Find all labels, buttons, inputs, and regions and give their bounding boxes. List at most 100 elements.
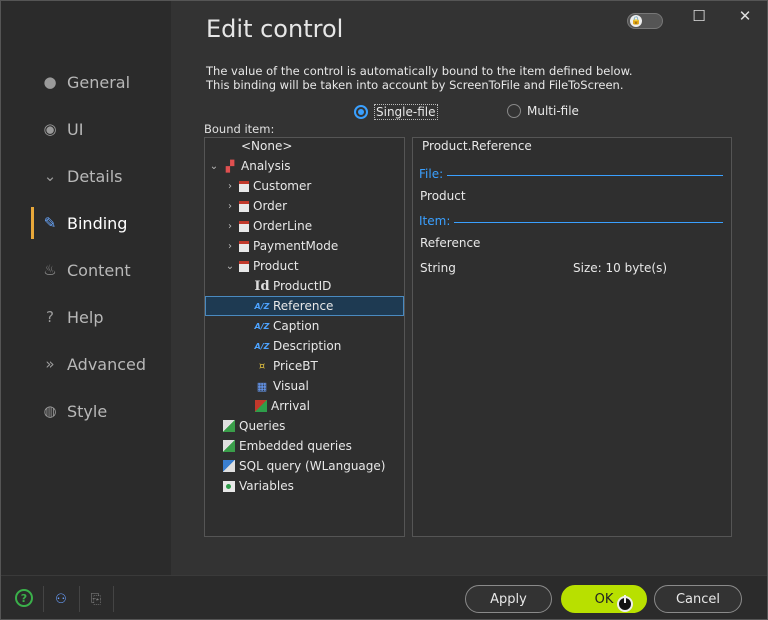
item-section-header: Item: <box>419 214 723 228</box>
bound-item-tree[interactable]: <None> ⌄ ▞ Analysis › Customer › Order ›… <box>204 137 405 537</box>
id-key-icon: Id <box>254 278 270 294</box>
tree-node-variables[interactable]: Variables <box>223 476 294 496</box>
binding-detail-panel: Product.Reference File: Product Item: Re… <box>412 137 732 537</box>
lock-toggle[interactable]: 🔒 <box>627 13 663 29</box>
tree-node-label: Visual <box>273 379 309 393</box>
maximize-button[interactable]: ☐ <box>684 5 714 27</box>
close-button[interactable]: ✕ <box>730 5 760 27</box>
close-icon: ✕ <box>738 7 752 25</box>
file-icon <box>239 240 249 252</box>
file-icon <box>239 260 249 272</box>
sidebar-item-label: Content <box>67 260 131 280</box>
help-icon: ? <box>46 308 54 326</box>
cancel-button[interactable]: Cancel <box>654 585 742 613</box>
tree-node-label: Analysis <box>241 159 291 173</box>
tree-node-label: Arrival <box>271 399 310 413</box>
text-item-icon: A/Z <box>254 341 270 351</box>
chevron-right-icon[interactable]: › <box>225 241 235 252</box>
single-file-radio[interactable]: Single-file <box>354 104 438 120</box>
tree-node-paymentmode[interactable]: › PaymentMode <box>225 236 338 256</box>
item-section-label: Item: <box>419 214 451 228</box>
advanced-icon: » <box>45 355 55 373</box>
binary-memo-icon: ▦ <box>256 379 268 393</box>
sidebar-item-label: Advanced <box>67 354 147 374</box>
tree-node-product[interactable]: ⌄ Product <box>225 256 299 276</box>
tree-node-queries[interactable]: Queries <box>223 416 285 436</box>
binding-description: The value of the control is automaticall… <box>206 64 726 92</box>
section-divider <box>447 174 723 176</box>
sidebar-item-general[interactable]: ● General <box>31 60 171 104</box>
apply-button[interactable]: Apply <box>465 585 552 613</box>
file-section-label: File: <box>419 167 444 181</box>
file-icon <box>239 180 249 192</box>
translate-icon[interactable]: ⎘ <box>86 589 106 609</box>
tree-node-pricebt[interactable]: ¤ PriceBT <box>255 356 318 376</box>
tree-node-order[interactable]: › Order <box>225 196 287 216</box>
tree-node-embedded-queries[interactable]: Embedded queries <box>223 436 352 456</box>
sidebar-item-content[interactable]: ♨ Content <box>31 248 171 292</box>
tree-node-visual[interactable]: ▦ Visual <box>255 376 309 396</box>
bound-item-label: Bound item: <box>204 122 275 136</box>
tree-node-label: Customer <box>253 179 312 193</box>
tree-node-label: PriceBT <box>273 359 318 373</box>
item-type: String <box>420 261 456 275</box>
footer-divider <box>113 586 114 612</box>
sidebar-item-binding[interactable]: ✎ Binding <box>31 201 171 245</box>
query-icon <box>223 420 235 432</box>
detail-header: Product.Reference <box>422 139 532 153</box>
multi-file-radio[interactable]: Multi-file <box>507 104 579 118</box>
file-icon <box>239 220 249 232</box>
text-item-icon: A/Z <box>254 301 270 311</box>
tree-node-label: SQL query (WLanguage) <box>239 459 386 473</box>
ok-button[interactable]: OK <box>561 585 647 613</box>
chevron-right-icon[interactable]: › <box>225 181 235 192</box>
tree-node-label: Order <box>253 199 288 213</box>
sidebar: ● General ◉ UI ⌄ Details ✎ Binding ♨ Con… <box>1 1 171 575</box>
chevron-down-icon[interactable]: ⌄ <box>225 261 235 272</box>
chevron-right-icon[interactable]: › <box>225 201 235 212</box>
help-icon[interactable]: ? <box>15 589 33 607</box>
chevron-circle-icon: ⌄ <box>43 167 57 185</box>
sidebar-item-details[interactable]: ⌄ Details <box>31 154 171 198</box>
footer-divider <box>79 586 80 612</box>
tree-node-label: PaymentMode <box>253 239 339 253</box>
sidebar-item-ui[interactable]: ◉ UI <box>31 107 171 151</box>
sidebar-item-help[interactable]: ? Help <box>31 295 171 339</box>
tree-node-caption[interactable]: A/Z Caption <box>254 316 320 336</box>
footer-divider <box>43 586 44 612</box>
flask-icon: ♨ <box>43 261 57 279</box>
sidebar-item-advanced[interactable]: » Advanced <box>31 342 171 386</box>
file-value: Product <box>420 189 466 203</box>
text-item-icon: A/Z <box>254 321 270 331</box>
tree-node-label: <None> <box>241 139 293 153</box>
mouse-cursor-icon <box>617 595 633 612</box>
tree-node-none[interactable]: <None> <box>241 136 292 156</box>
sql-query-icon <box>223 460 235 472</box>
tree-node-customer[interactable]: › Customer <box>225 176 311 196</box>
sidebar-item-label: Style <box>67 401 108 421</box>
dialog-footer: ? ⚇ ⎘ Apply OK Cancel <box>1 575 767 619</box>
description-line-1: The value of the control is automaticall… <box>206 64 633 78</box>
tree-node-analysis[interactable]: ⌄ ▞ Analysis <box>209 156 291 176</box>
tree-node-label: Reference <box>273 299 334 313</box>
tree-node-reference[interactable]: A/Z Reference <box>205 296 404 316</box>
tree-node-label: Description <box>273 339 342 353</box>
radio-label: Single-file <box>374 104 438 120</box>
sidebar-item-label: Help <box>67 307 104 327</box>
chevron-right-icon[interactable]: › <box>225 221 235 232</box>
hierarchy-icon[interactable]: ⚇ <box>51 589 71 609</box>
tree-node-label: Variables <box>239 479 294 493</box>
tree-node-description[interactable]: A/Z Description <box>254 336 342 356</box>
tree-node-orderline[interactable]: › OrderLine <box>225 216 312 236</box>
tree-node-arrival[interactable]: Arrival <box>255 396 310 416</box>
tree-node-label: Product <box>253 259 299 273</box>
analysis-icon: ▞ <box>225 159 235 173</box>
sidebar-item-label: Binding <box>67 213 128 233</box>
radio-label: Multi-file <box>527 104 579 118</box>
tree-node-sql-query[interactable]: SQL query (WLanguage) <box>223 456 385 476</box>
currency-icon: ¤ <box>258 360 266 372</box>
radio-indicator <box>354 105 368 119</box>
sidebar-item-style[interactable]: ◍ Style <box>31 389 171 433</box>
chevron-down-icon[interactable]: ⌄ <box>209 161 219 172</box>
tree-node-productid[interactable]: Id ProductID <box>254 276 331 296</box>
